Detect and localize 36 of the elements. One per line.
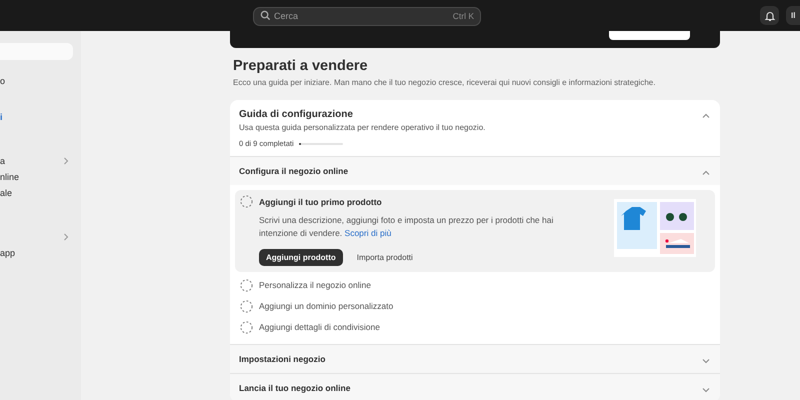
guide-title: Guida di configurazione	[239, 109, 354, 120]
chevron-right-icon[interactable]	[63, 157, 69, 165]
task-title[interactable]: Personalizza il negozio online	[259, 280, 371, 290]
task-title[interactable]: Aggiungi dettagli di condivisione	[259, 322, 380, 332]
learn-more-link[interactable]: Scopri di più	[344, 228, 392, 238]
section-header[interactable]: Configura il negozio online	[230, 157, 720, 185]
collapse-icon[interactable]	[702, 113, 710, 119]
task-description: Scrivi una descrizione, aggiungi foto e imposta un prezzo per i prodotti che hai intenzione di vendere. Scopri di più	[259, 214, 554, 240]
add-product-button[interactable]: Aggiungi prodotto	[259, 248, 343, 266]
sidebar-item[interactable]: nline	[0, 172, 20, 182]
import-products-button[interactable]: Importa prodotti	[350, 248, 419, 266]
chevron-icon	[702, 170, 710, 176]
store-button[interactable]: Il	[786, 6, 800, 25]
task-status-icon[interactable]	[240, 300, 253, 312]
search-icon	[260, 10, 271, 21]
section-header[interactable]: Lancia il tuo negozio online	[230, 374, 720, 400]
sidebar-item[interactable]: i	[0, 112, 3, 122]
chevron-icon	[702, 358, 710, 364]
sidebar-item[interactable]: a	[0, 156, 6, 166]
guide-description: Usa questa guida personalizzata per rendere operativo il tuo negozio.	[239, 123, 486, 132]
page-subtitle: Ecco una guida per iniziare. Man mano che il tuo negozio cresce, riceverai qui nuovi consigli e informazioni strategiche.	[233, 78, 656, 87]
chevron-icon	[702, 386, 710, 392]
sidebar-item[interactable]: ale	[0, 188, 12, 198]
section-header[interactable]: Impostazioni negozio	[230, 344, 720, 372]
sidebar-item[interactable]: o	[0, 76, 6, 86]
bell-icon	[764, 10, 776, 22]
sidebar-item[interactable]: app	[0, 248, 16, 258]
task-title[interactable]: Aggiungi il tuo primo prodotto	[259, 196, 382, 206]
shortcut-hint: Ctrl K	[452, 11, 474, 21]
task-title[interactable]: Aggiungi un dominio personalizzato	[259, 301, 394, 311]
notifications-button[interactable]	[760, 6, 779, 25]
task-status-icon[interactable]	[240, 195, 253, 208]
task-status-icon[interactable]	[240, 278, 253, 292]
page-title: Preparati a vendere	[233, 58, 369, 74]
task-status-icon[interactable]	[240, 320, 253, 334]
chevron-right-icon[interactable]	[63, 233, 69, 241]
